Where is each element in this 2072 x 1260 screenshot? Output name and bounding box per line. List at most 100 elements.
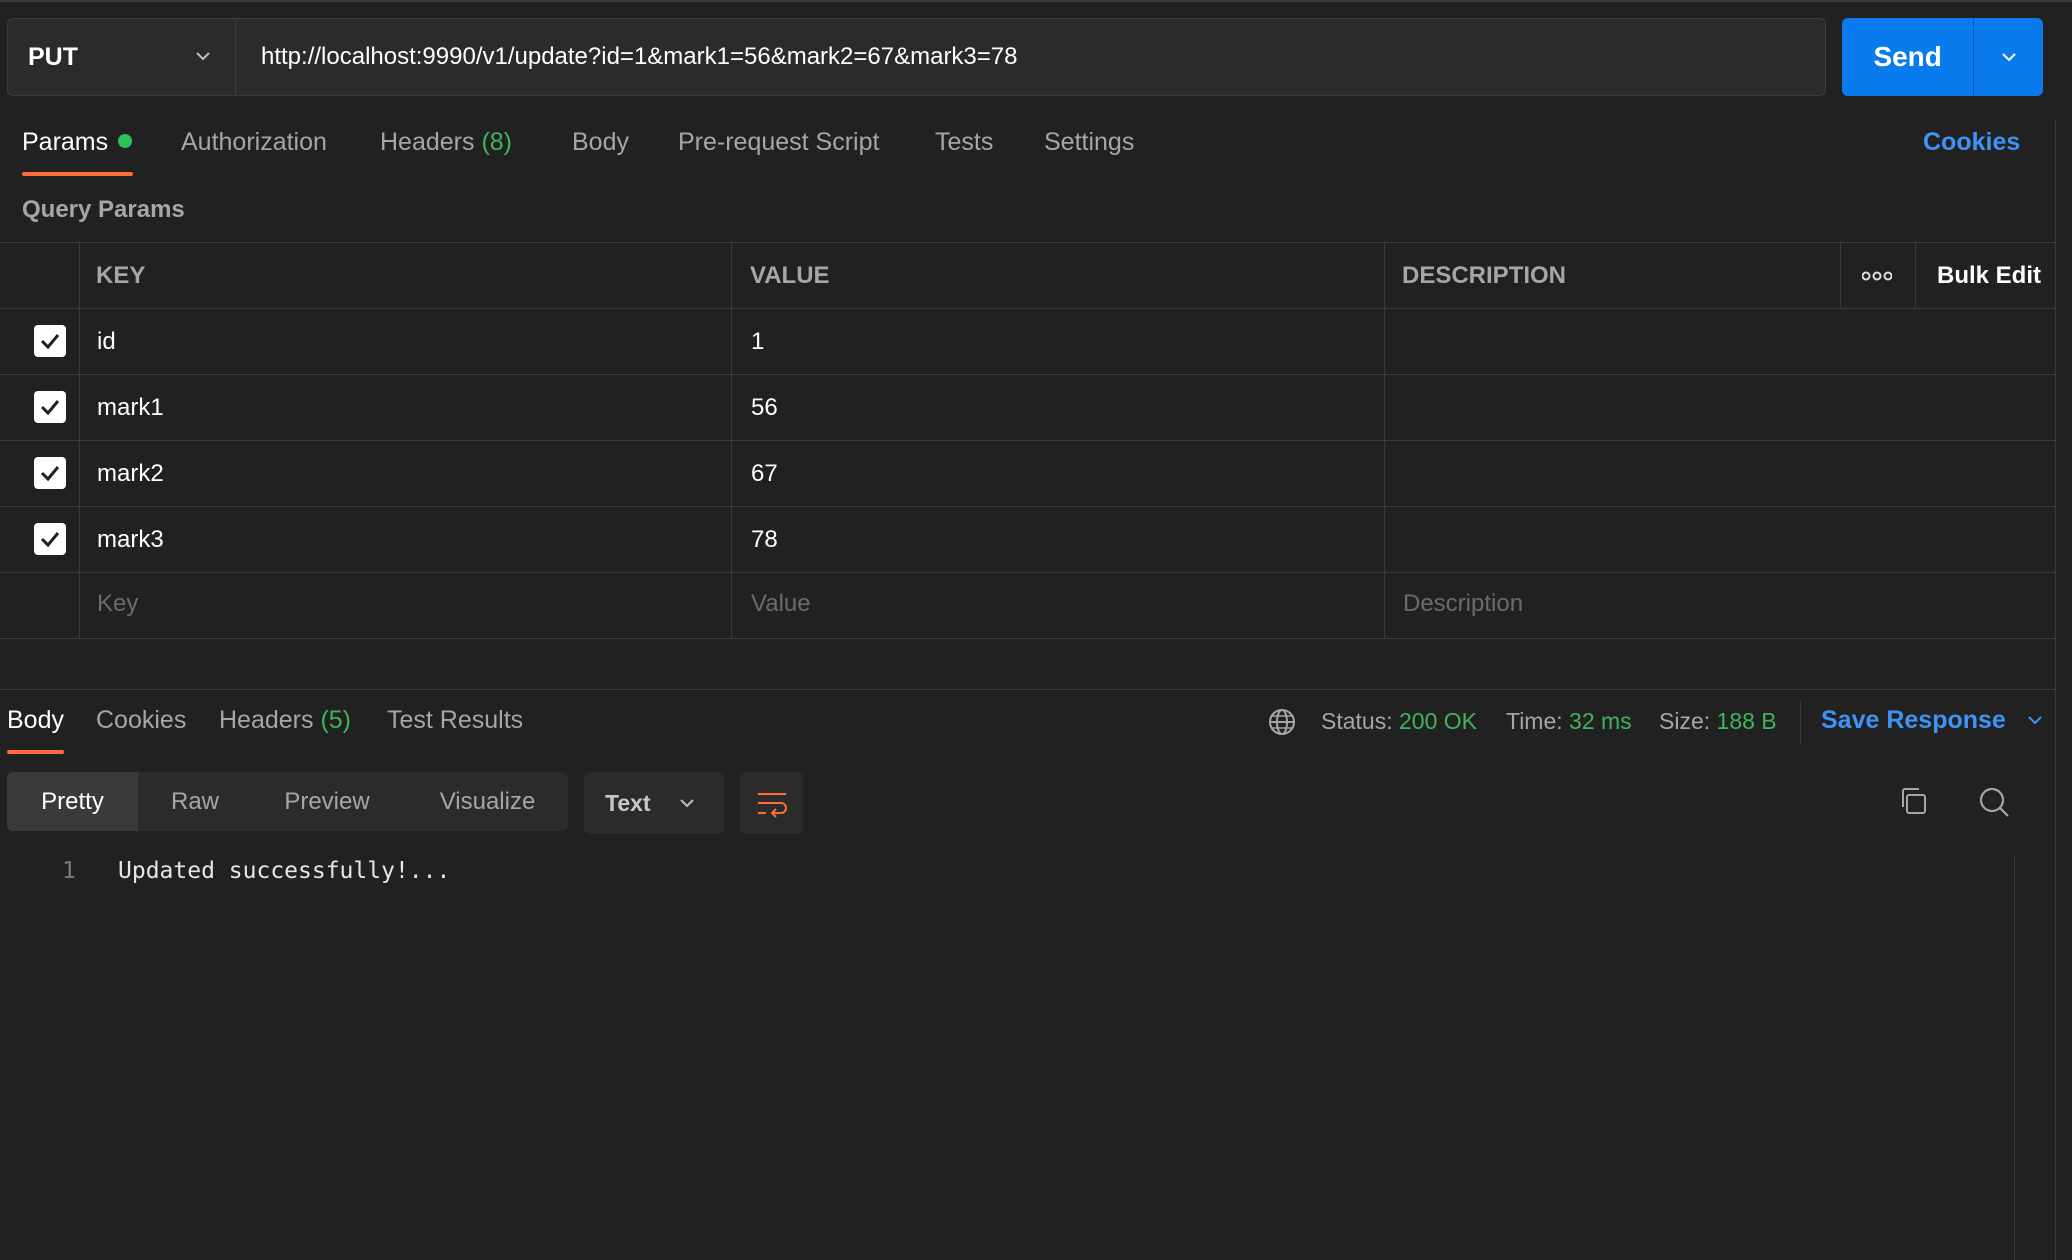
wrap-lines-button[interactable] — [740, 772, 803, 834]
method-select[interactable]: PUT — [7, 18, 235, 96]
param-value[interactable]: 56 — [751, 394, 778, 422]
chevron-down-icon — [2028, 716, 2042, 725]
param-key[interactable]: id — [97, 328, 116, 356]
status-value: 200 OK — [1399, 708, 1477, 734]
view-pretty-button[interactable]: Pretty — [7, 772, 138, 831]
param-value[interactable]: 78 — [751, 526, 778, 554]
size-label: Size: — [1659, 708, 1711, 734]
tab-params-label: Params — [22, 128, 109, 156]
format-select[interactable]: Text — [584, 772, 724, 834]
table-border-bottom — [0, 638, 2055, 639]
column-header-value: VALUE — [750, 262, 830, 289]
row-divider — [0, 506, 2055, 507]
meta-divider — [1800, 700, 1801, 744]
checkmark-icon — [40, 334, 60, 350]
method-label: PUT — [28, 42, 78, 71]
status-label: Status: — [1321, 708, 1393, 734]
view-preview-button[interactable]: Preview — [262, 772, 392, 831]
checkmark-icon — [40, 532, 60, 548]
view-raw-button[interactable]: Raw — [145, 772, 245, 831]
save-response-button[interactable]: Save Response — [1821, 706, 2045, 735]
response-body-text: Updated successfully!... — [118, 858, 451, 884]
editor-scrollbar-track[interactable] — [2014, 856, 2015, 1260]
checkmark-icon — [40, 466, 60, 482]
tab-authorization[interactable]: Authorization — [181, 128, 327, 164]
row-divider — [0, 374, 2055, 375]
status-readout: Status: 200 OK — [1321, 708, 1477, 735]
top-border — [0, 0, 2072, 2]
new-value-input[interactable]: Value — [751, 590, 811, 618]
table-header-border — [0, 308, 2055, 309]
tab-body[interactable]: Body — [572, 128, 629, 164]
url-text: http://localhost:9990/v1/update?id=1&mar… — [261, 43, 1018, 70]
query-params-title: Query Params — [22, 196, 185, 223]
response-divider — [0, 689, 2055, 690]
copy-icon — [1902, 788, 1926, 814]
checkmark-icon — [40, 400, 60, 416]
column-header-description: DESCRIPTION — [1402, 262, 1567, 289]
line-number: 1 — [62, 858, 76, 884]
response-tab-body[interactable]: Body — [7, 706, 64, 735]
param-value[interactable]: 1 — [751, 328, 764, 356]
globe-icon — [1269, 709, 1295, 735]
response-tab-headers-label: Headers — [219, 706, 314, 734]
tab-settings[interactable]: Settings — [1044, 128, 1134, 164]
param-value[interactable]: 67 — [751, 460, 778, 488]
tab-prerequest-script[interactable]: Pre-request Script — [678, 128, 879, 164]
column-divider — [731, 242, 732, 638]
copy-button[interactable] — [1897, 785, 1929, 822]
response-headers-count: (5) — [320, 706, 352, 734]
chevron-down-icon — [196, 52, 210, 61]
more-horizontal-icon — [1861, 271, 1893, 281]
column-divider — [1915, 242, 1916, 308]
send-button-group: Send — [1842, 18, 2043, 96]
param-checkbox[interactable] — [34, 391, 66, 423]
response-tab-headers[interactable]: Headers (5) — [219, 706, 351, 735]
more-options-button[interactable] — [1861, 264, 1893, 293]
search-button[interactable] — [1977, 785, 2011, 824]
cookies-link[interactable]: Cookies — [1923, 128, 2020, 157]
format-label: Text — [605, 789, 651, 816]
size-readout: Size: 188 B — [1659, 708, 1777, 735]
tab-params[interactable]: Params — [22, 128, 133, 164]
time-value: 32 ms — [1569, 708, 1632, 734]
column-divider — [79, 242, 80, 638]
param-key[interactable]: mark2 — [97, 460, 164, 488]
column-divider — [1840, 242, 1841, 308]
response-tab-test-results[interactable]: Test Results — [387, 706, 523, 735]
send-button[interactable]: Send — [1842, 18, 1973, 96]
tab-headers-label: Headers — [380, 128, 475, 156]
param-key[interactable]: mark3 — [97, 526, 164, 554]
tab-tests[interactable]: Tests — [935, 128, 993, 164]
response-active-tab-indicator — [7, 750, 64, 754]
search-icon — [1979, 787, 2009, 817]
table-border-top — [0, 242, 2055, 243]
size-value: 188 B — [1716, 708, 1777, 734]
new-description-input[interactable]: Description — [1403, 590, 1523, 618]
url-input[interactable]: http://localhost:9990/v1/update?id=1&mar… — [235, 18, 1826, 96]
param-checkbox[interactable] — [34, 457, 66, 489]
time-readout: Time: 32 ms — [1506, 708, 1632, 735]
column-divider — [1384, 242, 1385, 638]
send-options-button[interactable] — [1973, 18, 2043, 96]
view-visualize-button[interactable]: Visualize — [420, 772, 555, 831]
new-key-input[interactable]: Key — [97, 590, 138, 618]
save-response-label: Save Response — [1821, 706, 2006, 734]
response-tab-cookies[interactable]: Cookies — [96, 706, 186, 735]
network-info-button[interactable] — [1267, 707, 1297, 742]
chevron-down-icon — [679, 799, 694, 808]
param-checkbox[interactable] — [34, 325, 66, 357]
time-label: Time: — [1506, 708, 1563, 734]
row-divider — [0, 440, 2055, 441]
active-dot-icon — [118, 134, 133, 148]
bulk-edit-button[interactable]: Bulk Edit — [1937, 262, 2041, 290]
param-checkbox[interactable] — [34, 523, 66, 555]
column-header-key: KEY — [96, 262, 146, 289]
param-key[interactable]: mark1 — [97, 394, 164, 422]
tab-headers[interactable]: Headers (8) — [380, 128, 512, 164]
row-divider — [0, 572, 2055, 573]
active-tab-indicator — [22, 172, 133, 176]
panel-divider — [2055, 120, 2056, 1260]
tab-headers-count: (8) — [481, 128, 513, 156]
chevron-down-icon — [2001, 53, 2016, 62]
